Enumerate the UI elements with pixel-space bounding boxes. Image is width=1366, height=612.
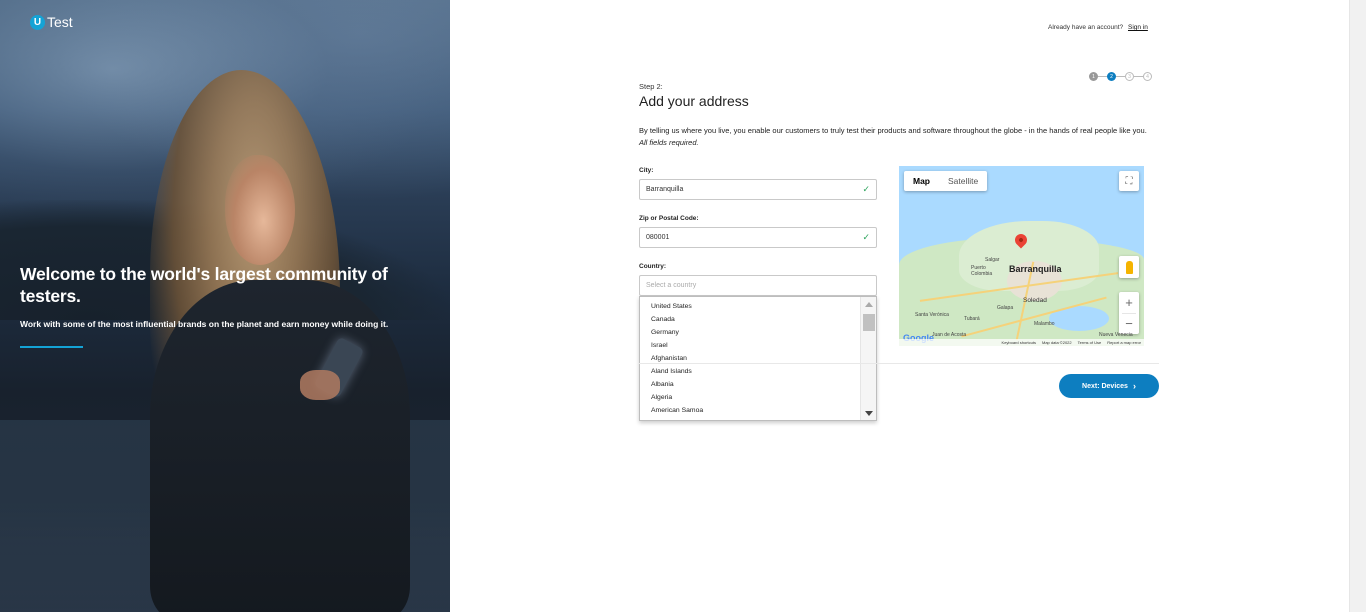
hero-hand	[300, 370, 340, 400]
scroll-down-icon[interactable]	[865, 411, 873, 416]
pegman-figure	[1125, 260, 1133, 274]
step-connector	[1098, 76, 1107, 77]
hero-subtext: Work with some of the most influential b…	[20, 319, 389, 329]
country-option[interactable]: Germany	[640, 326, 861, 339]
map-label-puerto-colombia: Puerto Colombia	[971, 265, 993, 277]
map-data-credit: Map data ©2022	[1042, 340, 1072, 345]
hero-accent-line	[20, 346, 83, 348]
step-connector	[1134, 76, 1143, 77]
zoom-out-icon[interactable]: −	[1119, 314, 1139, 334]
utest-logo[interactable]: U Test	[30, 14, 73, 30]
country-option[interactable]: Canada	[640, 313, 861, 326]
step-4-dot: 4	[1143, 72, 1152, 81]
terms-link[interactable]: Terms of Use	[1078, 340, 1102, 345]
street-view-pegman-icon[interactable]	[1119, 256, 1139, 278]
zip-input[interactable]: 080001 ✓	[639, 227, 877, 248]
hero-person-face	[225, 155, 295, 265]
report-error-link[interactable]: Report a map error	[1107, 340, 1141, 345]
logo-wordmark: Test	[47, 14, 73, 30]
zoom-controls: + −	[1119, 292, 1139, 334]
map-label-malambo: Malambo	[1034, 321, 1055, 327]
keyboard-shortcuts-link[interactable]: Keyboard shortcuts	[1002, 340, 1036, 345]
intro-emphasis: All fields required.	[639, 137, 699, 147]
map-type-toggle: Map Satellite	[904, 171, 988, 191]
signup-page: U Test Welcome to the world's largest co…	[0, 0, 1366, 612]
country-option[interactable]: Albania	[640, 378, 861, 391]
step-2-dot: 2	[1107, 72, 1116, 81]
page-title: Add your address	[639, 93, 749, 109]
next-devices-button[interactable]: Next: Devices ›	[1059, 374, 1159, 398]
country-select[interactable]: Select a country	[639, 275, 877, 296]
chevron-right-icon: ›	[1132, 381, 1136, 391]
location-map[interactable]: Map Satellite ⛶ + − Barranquilla Soledad…	[899, 166, 1144, 346]
zip-label: Zip or Postal Code:	[639, 215, 699, 222]
step-3-dot: 3	[1125, 72, 1134, 81]
signin-link[interactable]: Sign in	[1128, 24, 1148, 31]
signin-prompt: Already have an account? Sign in	[1048, 24, 1148, 31]
country-options: United States Canada Germany Israel Afgh…	[640, 300, 861, 417]
map-label-galapa: Galapa	[997, 305, 1014, 311]
country-option[interactable]: Israel	[640, 339, 861, 352]
map-label-salgar: Salgar	[985, 257, 1000, 263]
hero-panel: U Test Welcome to the world's largest co…	[0, 0, 450, 612]
step-1-dot: 1	[1089, 72, 1098, 81]
account-prompt-text: Already have an account?	[1048, 24, 1124, 31]
intro-text: By telling us where you live, you enable…	[639, 125, 1154, 148]
country-dropdown-list[interactable]: United States Canada Germany Israel Afgh…	[639, 296, 877, 421]
page-scrollbar[interactable]	[1349, 0, 1366, 612]
country-option[interactable]: American Samoa	[640, 404, 861, 417]
scroll-thumb[interactable]	[863, 314, 875, 331]
map-label-juan-de-acosta: Juan de Acosta	[932, 332, 967, 338]
city-input[interactable]: Barranquilla ✓	[639, 179, 877, 200]
zoom-in-icon[interactable]: +	[1119, 293, 1139, 313]
hero-text: Welcome to the world's largest community…	[20, 263, 420, 348]
step-label: Step 2:	[639, 82, 663, 91]
map-tab-map[interactable]: Map	[904, 171, 939, 191]
country-option[interactable]: Aland Islands	[640, 365, 861, 378]
country-option[interactable]: United States	[640, 300, 861, 313]
map-label-barranquilla: Barranquilla	[1009, 264, 1062, 274]
intro-body: By telling us where you live, you enable…	[639, 126, 1147, 135]
map-footer: Keyboard shortcuts Map data ©2022 Terms …	[899, 339, 1144, 346]
scroll-up-icon[interactable]	[865, 302, 873, 307]
zip-value: 080001	[646, 234, 670, 241]
checkmark-icon: ✓	[862, 184, 870, 194]
country-option[interactable]: Algeria	[640, 391, 861, 404]
map-label-santa-veronica: Santa Verónica	[915, 312, 949, 318]
fullscreen-icon[interactable]: ⛶	[1119, 171, 1139, 191]
logo-icon: U	[30, 14, 45, 30]
city-label: City:	[639, 167, 654, 174]
hero-headline: Welcome to the world's largest community…	[20, 264, 388, 306]
map-label-tubara: Tubará	[964, 316, 980, 322]
dropdown-scrollbar[interactable]	[860, 297, 876, 420]
checkmark-icon: ✓	[862, 232, 870, 242]
city-value: Barranquilla	[646, 186, 684, 193]
progress-stepper: 1 2 3 4	[1089, 72, 1152, 81]
next-button-label: Next: Devices	[1082, 382, 1128, 390]
step-connector	[1116, 76, 1125, 77]
country-placeholder: Select a country	[646, 282, 697, 289]
map-label-nueva-venecia: Nueva Venecia	[1099, 332, 1133, 338]
map-tab-satellite[interactable]: Satellite	[939, 171, 987, 191]
country-label: Country:	[639, 263, 667, 270]
form-divider	[639, 363, 1159, 364]
map-label-soledad: Soledad	[1023, 297, 1047, 304]
